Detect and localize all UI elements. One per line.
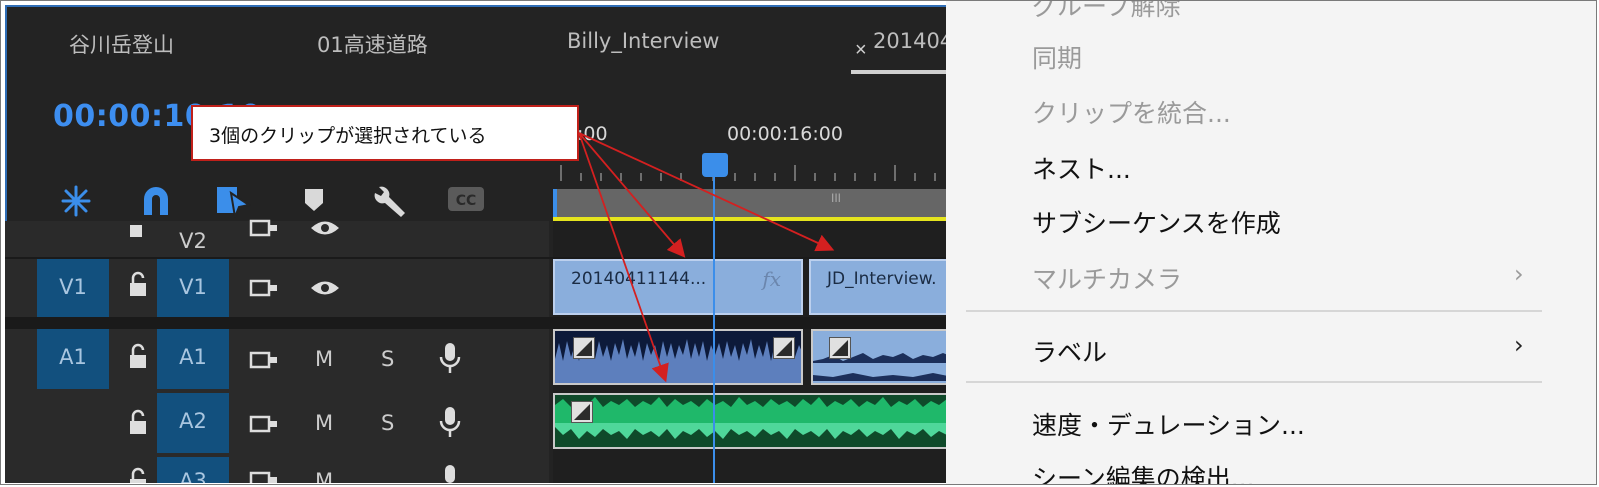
mute-button[interactable]: M xyxy=(315,411,333,435)
chevron-right-icon: › xyxy=(1514,331,1524,359)
source-patch-a1[interactable]: A1 xyxy=(37,329,109,389)
solo-button[interactable]: S xyxy=(381,411,394,435)
wrench-icon[interactable] xyxy=(371,185,407,219)
mute-button[interactable]: M xyxy=(315,469,333,483)
menu-item-merge-clips[interactable]: クリップを統合... xyxy=(1032,94,1231,130)
menu-item-ungroup[interactable]: グループ解除 xyxy=(1032,1,1181,23)
annotation-callout: 3個のクリップが選択されている xyxy=(191,105,579,161)
linked-selection-icon[interactable] xyxy=(139,185,173,217)
lock-icon[interactable] xyxy=(127,409,149,437)
chevron-right-icon: › xyxy=(1514,260,1524,288)
context-menu: グループ解除 同期 クリップを統合... ネスト... サブシーケンスを作成 マ… xyxy=(946,1,1596,484)
work-area-start-handle[interactable] xyxy=(553,189,557,217)
toggle-track-output-icon[interactable] xyxy=(249,413,279,435)
toggle-track-output-icon[interactable] xyxy=(249,469,279,483)
svg-text:CC: CC xyxy=(456,193,477,209)
toggle-track-output-icon[interactable] xyxy=(249,349,279,371)
transition-marker-icon[interactable] xyxy=(573,337,595,359)
menu-item-nest[interactable]: ネスト... xyxy=(1032,150,1131,186)
captions-icon[interactable]: CC xyxy=(447,185,485,213)
transition-marker-icon[interactable] xyxy=(829,337,851,359)
audio-clip-2[interactable] xyxy=(811,329,965,385)
menu-item-make-subsequence[interactable]: サブシーケンスを作成 xyxy=(1032,204,1281,240)
clip-name: 20140411144... xyxy=(571,269,707,289)
video-clip-2[interactable]: JD_Interview. xyxy=(809,259,965,315)
track-label-a3[interactable]: A3 xyxy=(157,457,229,483)
track-label-a2[interactable]: A2 xyxy=(157,393,229,453)
source-patch-v1[interactable]: V1 xyxy=(37,259,109,317)
menu-item-speed-duration[interactable]: 速度・デュレーション... xyxy=(1032,406,1305,442)
microphone-icon[interactable] xyxy=(439,405,461,439)
track-label-v2[interactable]: V2 xyxy=(157,221,229,257)
lock-icon[interactable] xyxy=(127,271,149,299)
lock-icon[interactable] xyxy=(127,343,149,371)
playhead-handle[interactable] xyxy=(702,153,728,177)
marker-icon[interactable] xyxy=(303,185,325,215)
add-marker-icon[interactable] xyxy=(215,185,251,219)
fx-badge: fx xyxy=(762,267,781,291)
playhead-line[interactable] xyxy=(713,175,715,483)
annotation-text: 3個のクリップが選択されている xyxy=(209,125,487,147)
tab-sequence-1[interactable]: 谷川岳登山 xyxy=(69,29,174,59)
screenshot-frame: 谷川岳登山 01高速道路 Billy_Interview × 201404 00… xyxy=(0,0,1597,485)
tab-sequence-2[interactable]: 01高速道路 xyxy=(317,29,428,59)
track-label-a1[interactable]: A1 xyxy=(157,329,229,389)
ruler-label-start: :00 xyxy=(577,123,608,145)
video-audio-divider xyxy=(5,317,965,329)
time-ruler[interactable] xyxy=(555,155,965,181)
microphone-icon[interactable] xyxy=(439,341,461,375)
clip-name: JD_Interview. xyxy=(827,269,937,289)
track-label-v1[interactable]: V1 xyxy=(157,259,229,317)
toggle-track-output-icon[interactable] xyxy=(249,277,279,299)
timeline-panel: 谷川岳登山 01高速道路 Billy_Interview × 201404 00… xyxy=(5,5,965,483)
mute-button[interactable]: M xyxy=(315,347,333,371)
audio-clip-1[interactable] xyxy=(553,329,803,385)
menu-item-scene-edit-detection[interactable]: シーン編集の検出... xyxy=(1032,459,1255,484)
lock-icon[interactable] xyxy=(127,215,145,239)
tab-sequence-3[interactable]: Billy_Interview xyxy=(567,29,720,53)
video-clip-1[interactable]: 20140411144... fx xyxy=(553,259,803,315)
menu-separator xyxy=(966,310,1542,312)
audio-waveform xyxy=(555,397,965,439)
transition-marker-icon[interactable] xyxy=(773,337,795,359)
snap-icon[interactable] xyxy=(59,185,93,217)
transition-marker-icon[interactable] xyxy=(571,401,593,423)
work-area-bar[interactable] xyxy=(553,189,965,217)
microphone-icon[interactable] xyxy=(439,463,461,483)
menu-separator xyxy=(966,381,1542,383)
toggle-track-output-icon[interactable] xyxy=(249,217,279,239)
menu-item-synchronize[interactable]: 同期 xyxy=(1032,39,1082,75)
work-area-grip[interactable]: III xyxy=(831,191,841,205)
menu-item-multicamera[interactable]: マルチカメラ xyxy=(1032,260,1182,296)
tab-sequence-active[interactable]: 201404 xyxy=(873,29,953,53)
audio-clip-3[interactable] xyxy=(553,393,965,449)
eye-icon[interactable] xyxy=(309,277,341,299)
solo-button[interactable]: S xyxy=(381,347,394,371)
close-tab-icon[interactable]: × xyxy=(855,39,867,62)
menu-item-label[interactable]: ラベル xyxy=(1032,333,1107,369)
eye-icon[interactable] xyxy=(309,217,341,239)
lock-icon[interactable] xyxy=(127,467,149,483)
ruler-label-16s: 00:00:16:00 xyxy=(727,123,843,145)
